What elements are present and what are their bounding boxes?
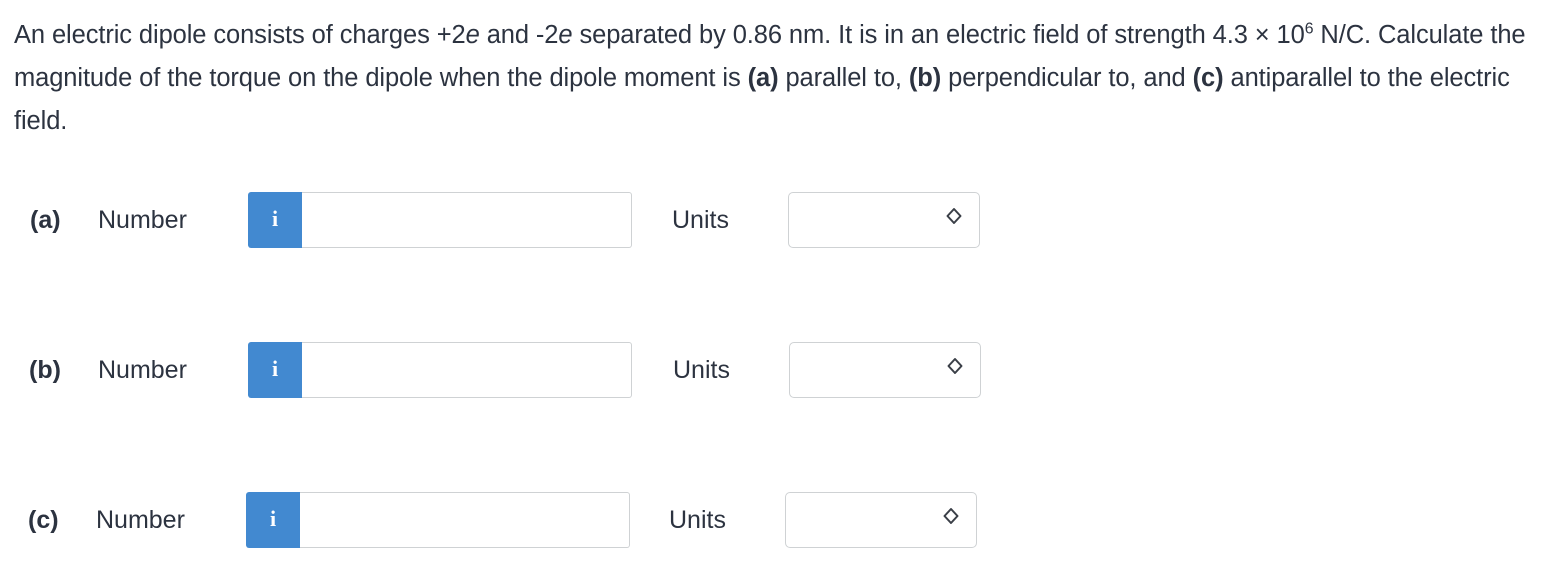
answer-row-c: (c) Number i Units bbox=[0, 490, 977, 550]
question-text-part-2: and -2 bbox=[479, 21, 559, 49]
units-select-b[interactable] bbox=[789, 342, 981, 398]
info-i-icon: i bbox=[269, 506, 277, 531]
question-italic-charge-1: e bbox=[465, 21, 480, 49]
info-i-icon-button-c[interactable]: i bbox=[246, 492, 300, 548]
question-bold-label-c: (c) bbox=[1192, 64, 1224, 92]
units-select-wrap-c bbox=[785, 492, 977, 548]
number-label-c: Number bbox=[96, 505, 185, 534]
number-input-c[interactable] bbox=[300, 492, 630, 548]
part-label-c: (c) bbox=[28, 505, 59, 534]
units-label-c: Units bbox=[669, 505, 726, 534]
units-select-a[interactable] bbox=[788, 192, 980, 248]
question-bold-label-a: (a) bbox=[747, 64, 779, 92]
info-i-icon: i bbox=[271, 206, 279, 231]
number-label-b: Number bbox=[98, 355, 187, 384]
info-i-icon-button-b[interactable]: i bbox=[248, 342, 302, 398]
question-statement: An electric dipole consists of charges +… bbox=[14, 14, 1554, 143]
question-text-part-3: separated by 0.86 nm. It is in an electr… bbox=[572, 21, 1305, 49]
info-i-icon: i bbox=[271, 356, 279, 381]
units-select-wrap-a bbox=[788, 192, 980, 248]
units-label-b: Units bbox=[673, 355, 730, 384]
question-bold-label-b: (b) bbox=[908, 64, 942, 92]
question-italic-charge-2: e bbox=[558, 21, 573, 49]
part-label-a: (a) bbox=[30, 205, 61, 234]
units-label-a: Units bbox=[672, 205, 729, 234]
number-input-group-a: i bbox=[248, 192, 632, 248]
answer-row-b: (b) Number i Units bbox=[0, 340, 981, 400]
answer-row-a: (a) Number i Units bbox=[0, 190, 980, 250]
question-text-part-6: perpendicular to, and bbox=[941, 64, 1193, 92]
number-label-a: Number bbox=[98, 205, 187, 234]
number-input-group-b: i bbox=[248, 342, 632, 398]
units-select-wrap-b bbox=[789, 342, 981, 398]
part-label-b: (b) bbox=[29, 355, 61, 384]
info-i-icon-button-a[interactable]: i bbox=[248, 192, 302, 248]
units-select-c[interactable] bbox=[785, 492, 977, 548]
number-input-group-c: i bbox=[246, 492, 630, 548]
number-input-b[interactable] bbox=[302, 342, 632, 398]
question-text-part-5: parallel to, bbox=[778, 64, 909, 92]
number-input-a[interactable] bbox=[302, 192, 632, 248]
question-text-part-1: An electric dipole consists of charges +… bbox=[14, 21, 466, 49]
